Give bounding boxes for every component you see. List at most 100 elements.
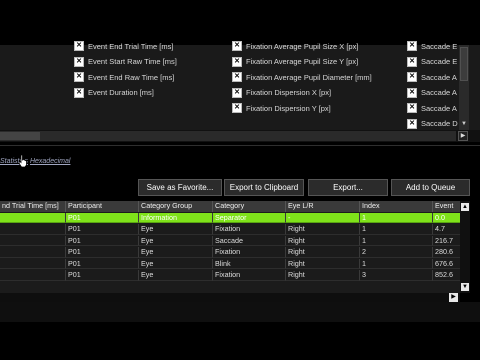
checkbox-label: Event Duration [ms] <box>88 88 154 97</box>
column-checkbox-item[interactable]: ✕ Saccade A <box>407 86 457 100</box>
table-cell <box>0 270 66 281</box>
table-cell: Fixation <box>213 224 286 235</box>
column-header[interactable]: Participant <box>66 201 139 212</box>
table-row[interactable]: P01 Eye Blink Right 1 676.6 <box>0 258 460 270</box>
column-checkbox-item[interactable]: ✕ Fixation Dispersion Y [px] <box>232 101 331 115</box>
table-cell: 1 <box>360 258 433 270</box>
column-checkbox-item[interactable]: ✕ Event Start Raw Time [ms] <box>74 55 177 69</box>
table-scroll-down-icon[interactable]: ▼ <box>461 283 469 291</box>
column-header[interactable]: nd Trial Time [ms] <box>0 201 66 212</box>
checkbox-checked-icon[interactable]: ✕ <box>407 118 417 129</box>
scroll-right-arrow-icon[interactable]: ▶ <box>458 131 468 141</box>
checkbox-checked-icon[interactable]: ✕ <box>74 87 84 98</box>
checkbox-checked-icon[interactable]: ✕ <box>74 41 84 51</box>
table-cell: Eye <box>139 270 213 281</box>
column-checkbox-item[interactable]: ✕ Fixation Average Pupil Diameter [mm] <box>232 70 372 84</box>
checkbox-checked-icon[interactable]: ✕ <box>407 103 417 113</box>
checkbox-label: Saccade A <box>421 88 457 97</box>
column-checkbox-item[interactable]: ✕ Event End Trial Time [ms] <box>74 39 173 53</box>
column-header[interactable]: Event <box>433 201 460 212</box>
table-row[interactable]: P01 Eye Fixation Right 1 4.7 <box>0 224 460 235</box>
table-cell: Right <box>286 270 360 281</box>
number-format-link[interactable]: Statistics Hexadecimal <box>0 158 70 172</box>
checkbox-checked-icon[interactable]: ✕ <box>232 103 242 113</box>
checkbox-checked-icon[interactable]: ✕ <box>407 41 417 51</box>
checkbox-label: Fixation Average Pupil Diameter [mm] <box>246 72 372 82</box>
table-cell: Fixation <box>213 270 286 281</box>
table-row[interactable]: P01 Eye Fixation Right 2 280.6 <box>0 247 460 258</box>
hand-cursor-icon <box>18 154 27 168</box>
table-cell: 1 <box>360 224 433 235</box>
checkbox-label: Event Start Raw Time [ms] <box>88 57 177 66</box>
column-checkbox-item[interactable]: ✕ Fixation Average Pupil Size Y [px] <box>232 55 358 69</box>
checkbox-label: Event End Trial Time [ms] <box>88 41 174 51</box>
export-button[interactable]: Export... <box>308 179 388 196</box>
save-as-favorite-button[interactable]: Save as Favorite... <box>138 179 222 196</box>
checkbox-checked-icon[interactable]: ✕ <box>407 72 417 82</box>
table-cell: Blink <box>213 258 286 270</box>
column-header[interactable]: Category <box>213 201 286 212</box>
table-cell: Eye <box>139 224 213 235</box>
checkbox-checked-icon[interactable]: ✕ <box>407 56 417 67</box>
table-cell: Eye <box>139 247 213 258</box>
export-to-clipboard-button[interactable]: Export to Clipboard <box>224 179 304 196</box>
column-checkbox-item[interactable]: ✕ Saccade D <box>407 117 458 131</box>
table-cell <box>0 224 66 235</box>
table-cell <box>0 235 66 247</box>
column-panel-scroll-thumb[interactable] <box>460 47 468 81</box>
table-cell: 1 <box>360 212 433 224</box>
column-panel-vertical-scrollbar[interactable]: ▼ <box>459 45 469 130</box>
table-cell: P01 <box>66 235 139 247</box>
table-cell: Eye <box>139 258 213 270</box>
column-header[interactable]: Index <box>360 201 433 212</box>
table-cell: 2 <box>360 247 433 258</box>
checkbox-checked-icon[interactable]: ✕ <box>407 87 417 98</box>
checkbox-checked-icon[interactable]: ✕ <box>232 87 242 98</box>
table-cell: 3 <box>360 270 433 281</box>
add-to-queue-button[interactable]: Add to Queue <box>391 179 470 196</box>
status-area <box>0 302 480 322</box>
column-checkbox-item[interactable]: ✕ Fixation Dispersion X [px] <box>232 86 331 100</box>
column-header[interactable]: Category Group <box>139 201 213 212</box>
table-cell: 4.7 <box>433 224 460 235</box>
checkbox-checked-icon[interactable]: ✕ <box>74 72 84 82</box>
table-cell: Eye <box>139 235 213 247</box>
column-checkbox-item[interactable]: ✕ Fixation Average Pupil Size X [px] <box>232 39 358 53</box>
horizontal-scroll-thumb[interactable] <box>0 132 40 140</box>
hexadecimal-link[interactable]: Hexadecimal <box>30 158 70 165</box>
table-cell: 852.6 <box>433 270 460 281</box>
table-cell: Right <box>286 258 360 270</box>
table-cell: 216.7 <box>433 236 460 247</box>
table-cell: Right <box>286 247 360 258</box>
checkbox-checked-icon[interactable]: ✕ <box>232 72 242 82</box>
column-checkbox-item[interactable]: ✕ Event Duration [ms] <box>74 86 154 100</box>
checkbox-label: Saccade A <box>421 72 457 82</box>
checkbox-label: Saccade E <box>421 57 458 66</box>
scroll-down-arrow-icon[interactable]: ▼ <box>460 120 468 128</box>
checkbox-label: Fixation Dispersion X [px] <box>246 88 332 97</box>
table-vertical-scrollbar[interactable]: ▲ ▼ <box>460 201 470 293</box>
column-header[interactable]: Eye L/R <box>286 201 360 212</box>
table-cell: Fixation <box>213 247 286 258</box>
table-cell: P01 <box>66 258 139 270</box>
column-checkbox-item[interactable]: ✕ Event End Raw Time [ms] <box>74 70 174 84</box>
checkbox-checked-icon[interactable]: ✕ <box>232 56 242 67</box>
column-panel-horizontal-scrollbar[interactable]: ▶ <box>0 130 480 142</box>
column-checkbox-item[interactable]: ✕ Saccade A <box>407 70 457 84</box>
checkbox-label: Fixation Average Pupil Size Y [px] <box>246 57 359 66</box>
table-scroll-right-icon[interactable]: ▶ <box>449 293 458 302</box>
column-checkbox-item[interactable]: ✕ Saccade E <box>407 55 457 69</box>
checkbox-label: Event End Raw Time [ms] <box>88 72 175 82</box>
table-row[interactable]: P01 Eye Saccade Right 1 216.7 <box>0 235 460 247</box>
horizontal-scroll-track[interactable] <box>0 131 456 141</box>
table-scroll-up-icon[interactable]: ▲ <box>461 203 469 211</box>
checkbox-checked-icon[interactable]: ✕ <box>232 41 242 51</box>
checkbox-checked-icon[interactable]: ✕ <box>74 56 84 67</box>
table-horizontal-scrollbar[interactable]: ▶ <box>0 293 460 302</box>
table-row[interactable]: P01 Information Separator -1 0.0 <box>0 212 460 224</box>
table-row[interactable]: P01 Eye Fixation Right 3 852.6 <box>0 270 460 281</box>
column-checkbox-item[interactable]: ✕ Saccade A <box>407 101 457 115</box>
checkbox-label: Saccade E <box>421 41 458 51</box>
column-checkbox-item[interactable]: ✕ Saccade E <box>407 39 457 53</box>
column-selection-panel: ✕ Event End Trial Time [ms] ✕ Event Start R… <box>0 41 480 131</box>
